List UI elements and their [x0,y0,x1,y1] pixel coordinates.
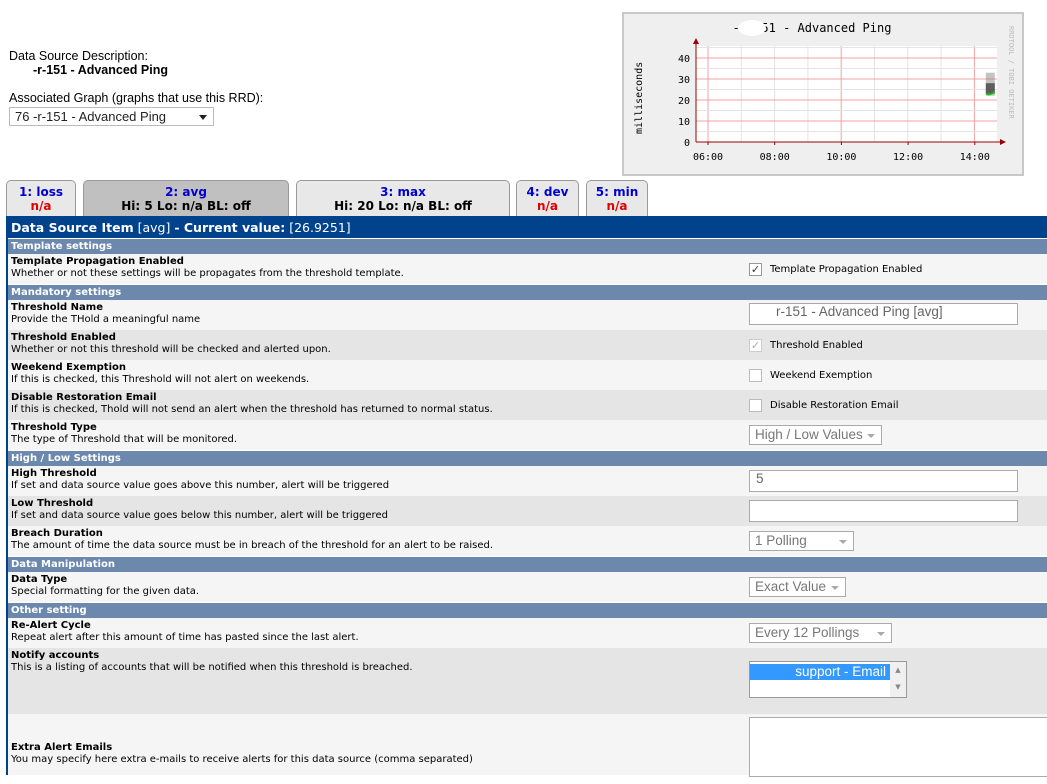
field-title: Breach Duration [11,528,103,539]
field-desc: Special formatting for the given data. [11,586,200,597]
tab-dev[interactable]: 4: dev n/a [516,180,579,216]
y-tick-label: 40 [678,54,690,65]
high-threshold-input[interactable]: 5 [749,470,1018,492]
field-title: Weekend Exemption [11,362,126,373]
data-source-description-label: Data Source Description: [9,49,148,63]
threshold-enabled-checkbox[interactable]: ✓ [749,339,762,352]
low-threshold-input[interactable] [749,500,1018,522]
checkbox-label: Weekend Exemption [770,369,873,381]
disable-restoration-checkbox[interactable] [749,399,762,412]
current-value: [26.9251] [289,220,351,235]
row-threshold-type: Threshold Type The type of Threshold tha… [8,420,1047,450]
field-title: Threshold Enabled [11,332,116,343]
chevron-down-icon [199,115,207,120]
y-axis-arrow [693,38,699,44]
field-title: Data Type [11,574,68,585]
chevron-down-icon [867,434,875,438]
threshold-form: Data Source Item [avg] - Current value: … [6,216,1047,777]
rrd-graph: -r-151 - Advanced Ping milliseconds RRDT… [622,12,1024,176]
weekend-exemption-checkbox[interactable] [749,369,762,382]
tab-name: 5: min [595,185,639,199]
x-tick-label: 06:00 [693,152,723,163]
tab-threshold-summary: n/a [536,199,559,213]
graph-watermark: RRDTOOL / TOBI OETIKER [1007,26,1015,120]
checkbox-label: Threshold Enabled [770,339,863,351]
threshold-name-input[interactable]: r-151 - Advanced Ping [avg] [749,303,1018,325]
field-desc: The type of Threshold that will be monit… [11,434,238,445]
select-value: 1 Polling [755,533,807,548]
extra-alert-emails-textarea[interactable] [749,717,1047,777]
chevron-down-icon [831,586,839,590]
row-notify-accounts: Notify accounts This is a listing of acc… [8,648,1047,714]
breach-duration-select[interactable]: 1 Polling [749,531,854,551]
panel-title: Data Source Item [11,220,134,235]
field-title: Threshold Type [11,422,97,433]
row-disable-restoration: Disable Restoration Email If this is che… [8,390,1047,420]
x-tick-label: 08:00 [760,152,790,163]
row-realert-cycle: Re-Alert Cycle Repeat alert after this a… [8,618,1047,648]
data-type-select[interactable]: Exact Value [749,577,846,597]
y-tick-label: 10 [678,117,690,128]
tab-loss[interactable]: 1: loss n/a [6,180,76,216]
select-value: Exact Value [755,579,827,594]
associated-graph-select[interactable]: 76 -r-151 - Advanced Ping [9,107,214,126]
section-high-low: High / Low Settings [8,450,1047,466]
graph-ylabel: milliseconds [634,62,645,134]
realert-cycle-select[interactable]: Every 12 Pollings [749,623,892,643]
panel-item: [avg] [137,220,171,235]
tab-threshold-summary: n/a [606,199,628,213]
y-tick-label: 20 [678,96,690,107]
section-template-settings: Template settings [8,238,1047,254]
current-value-label: - Current value: [174,220,286,235]
tab-max[interactable]: 3: max Hi: 20 Lo: n/a BL: off [296,180,510,216]
associated-graph-value: 76 -r-151 - Advanced Ping [15,109,167,124]
select-value: Every 12 Pollings [755,625,860,640]
row-extra-alert-emails: Extra Alert Emails You may specify here … [8,714,1047,777]
notify-accounts-list[interactable]: support - Email ▲ ▼ [749,661,907,698]
checkbox-label: Disable Restoration Email [770,399,899,411]
row-high-threshold: High Threshold If set and data source va… [8,466,1047,496]
data-source-description-value: -r-151 - Advanced Ping [33,63,168,77]
list-scrollbar[interactable]: ▲ ▼ [890,662,906,697]
list-option[interactable]: support - Email [750,664,890,680]
y-tick-label: 0 [684,138,690,149]
template-propagation-checkbox[interactable]: ✓ [749,263,762,276]
redaction [738,20,766,36]
field-desc: The amount of time the data source must … [11,540,494,551]
row-weekend-exemption: Weekend Exemption If this is checked, th… [8,360,1047,390]
tab-threshold-summary: Hi: 20 Lo: n/a BL: off [334,199,472,213]
tab-name: 1: loss [19,185,63,199]
tab-threshold-summary: Hi: 5 Lo: n/a BL: off [121,199,251,213]
tab-name: 2: avg [165,185,207,199]
field-desc: Whether or not this threshold will be ch… [11,344,331,355]
section-data-manipulation: Data Manipulation [8,556,1047,572]
checkbox-label: Template Propagation Enabled [770,263,923,275]
row-template-propagation: Template Propagation Enabled Whether or … [8,254,1047,284]
row-threshold-enabled: Threshold Enabled Whether or not this th… [8,330,1047,360]
select-value: High / Low Values [755,427,863,442]
row-data-type: Data Type Special formatting for the giv… [8,572,1047,602]
tab-threshold-summary: n/a [30,199,52,213]
tab-min[interactable]: 5: min n/a [586,180,648,216]
row-threshold-name: Threshold Name Provide the THold a meani… [8,300,1047,330]
x-tick-label: 12:00 [893,152,923,163]
tab-avg[interactable]: 2: avg Hi: 5 Lo: n/a BL: off [83,180,289,216]
threshold-type-select[interactable]: High / Low Values [749,425,882,445]
x-axis-arrow [1000,139,1006,145]
chevron-down-icon [839,540,847,544]
x-tick-label: 10:00 [826,152,856,163]
row-breach-duration: Breach Duration The amount of time the d… [8,526,1047,556]
y-tick-label: 30 [678,75,690,86]
field-desc: If this is checked, this Threshold will … [11,374,310,385]
row-low-threshold: Low Threshold If set and data source val… [8,496,1047,526]
panel-header: Data Source Item [avg] - Current value: … [8,216,1047,238]
chevron-down-icon [877,632,885,636]
associated-graph-label: Associated Graph (graphs that use this R… [9,91,264,105]
tab-name: 3: max [380,185,426,199]
graph-svg: -r-151 - Advanced Ping milliseconds RRDT… [634,20,1015,163]
tab-name: 4: dev [526,185,569,199]
x-tick-label: 14:00 [960,152,990,163]
section-mandatory-settings: Mandatory settings [8,284,1047,300]
section-other-setting: Other setting [8,602,1047,618]
